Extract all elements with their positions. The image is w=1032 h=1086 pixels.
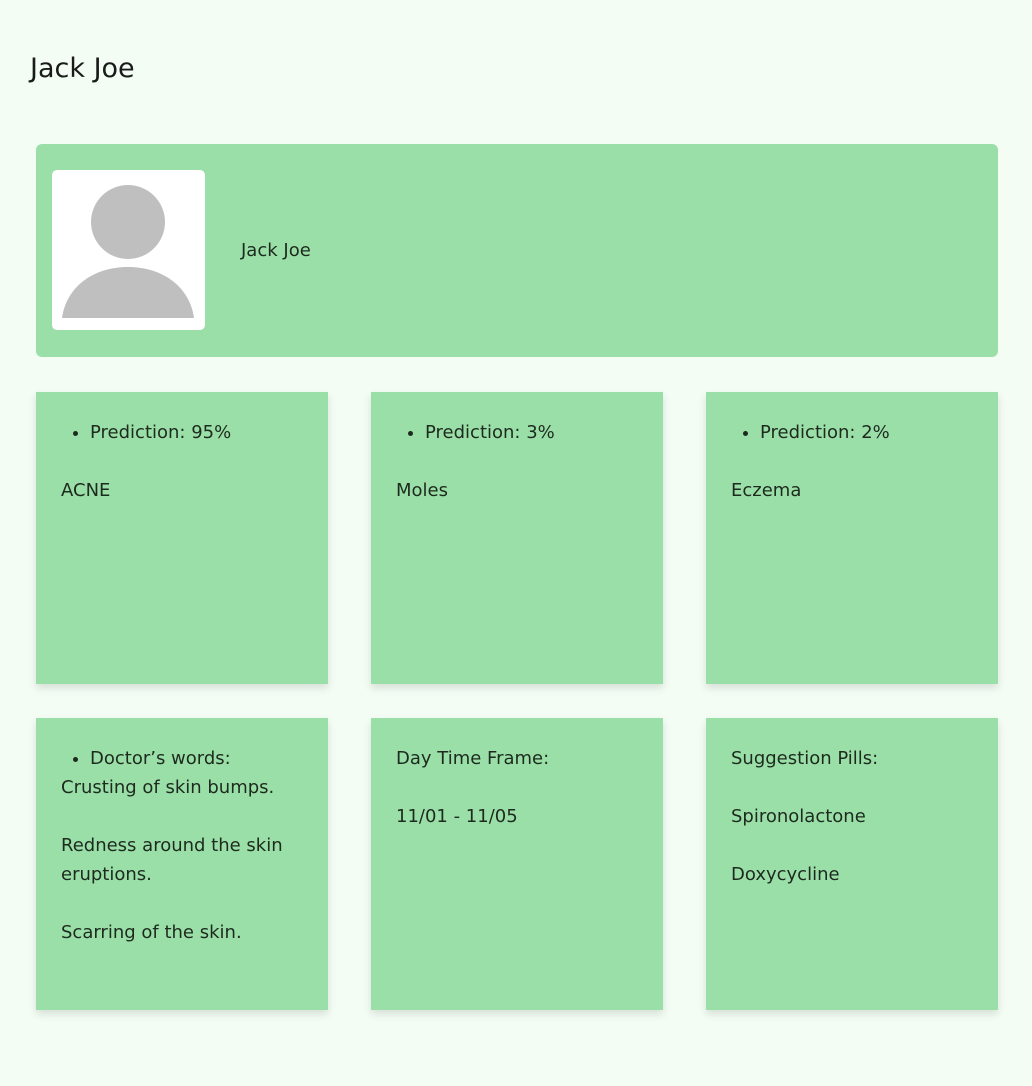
prediction-percentage: Prediction: 2% bbox=[760, 418, 973, 447]
doctor-note-line: Scarring of the skin. bbox=[61, 922, 242, 943]
time-frame-label: Day Time Frame: bbox=[396, 748, 550, 769]
profile-name: Jack Joe bbox=[241, 240, 311, 261]
user-avatar-placeholder-icon bbox=[62, 185, 194, 318]
suggested-pill-item: Spironolactone bbox=[731, 806, 866, 827]
time-frame-value: 11/01 - 11/05 bbox=[396, 806, 518, 827]
prediction-percentage: Prediction: 95% bbox=[90, 418, 303, 447]
doctor-note-line: Crusting of skin bumps. bbox=[61, 777, 275, 798]
prediction-card-3: Prediction: 2% Eczema bbox=[706, 392, 998, 684]
profile-card: Jack Joe bbox=[36, 144, 998, 357]
doctor-note-line: Redness around the skin eruptions. bbox=[61, 835, 283, 885]
page-title: Jack Joe bbox=[30, 53, 135, 84]
prediction-condition: Moles bbox=[396, 480, 448, 501]
doctor-notes-card: Doctor’s words: Crusting of skin bumps. … bbox=[36, 718, 328, 1010]
prediction-percentage: Prediction: 3% bbox=[425, 418, 638, 447]
prediction-card-2: Prediction: 3% Moles bbox=[371, 392, 663, 684]
suggested-pill-item: Doxycycline bbox=[731, 864, 840, 885]
prediction-condition: Eczema bbox=[731, 480, 802, 501]
avatar bbox=[52, 170, 205, 330]
suggested-pills-label: Suggestion Pills: bbox=[731, 748, 879, 769]
time-frame-card: Day Time Frame: 11/01 - 11/05 bbox=[371, 718, 663, 1010]
prediction-card-1: Prediction: 95% ACNE bbox=[36, 392, 328, 684]
suggested-pills-card: Suggestion Pills: Spironolactone Doxycyc… bbox=[706, 718, 998, 1010]
doctor-notes-label: Doctor’s words: bbox=[90, 744, 303, 773]
prediction-condition: ACNE bbox=[61, 480, 111, 501]
